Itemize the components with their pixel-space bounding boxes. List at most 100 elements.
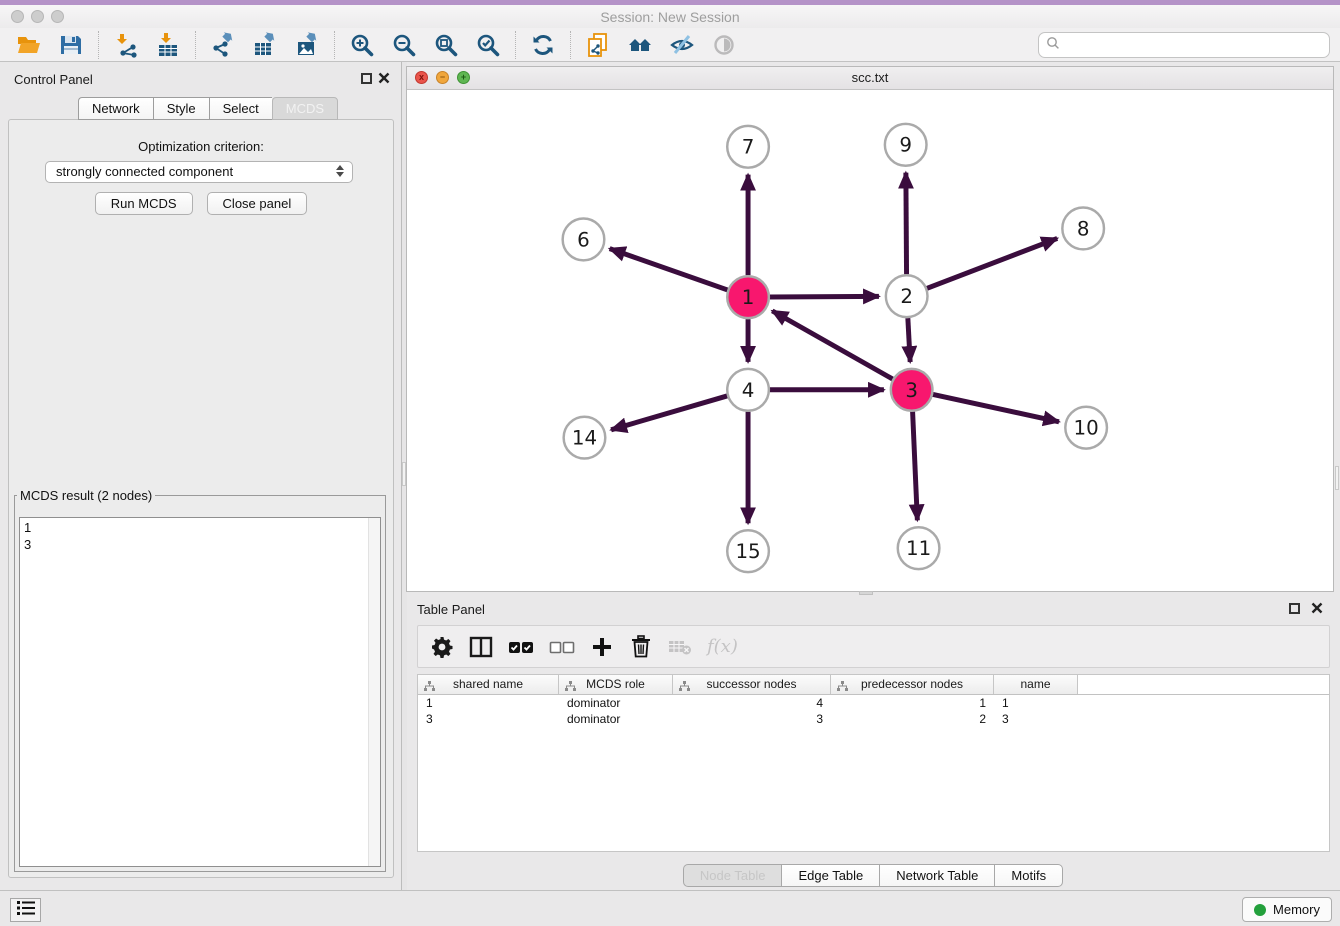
tab-mcds[interactable]: MCDS: [272, 97, 338, 120]
network-canvas[interactable]: 7 9 6 8 1 2 4 3 14 10 15 11: [407, 89, 1333, 591]
edge-2-8[interactable]: [927, 238, 1057, 288]
close-panel-icon[interactable]: [378, 71, 390, 85]
columns-icon[interactable]: [469, 634, 493, 660]
table-panel: Table Panel f(x) shared nameMCDS rolesuc…: [406, 592, 1340, 890]
table-row[interactable]: 3dominator323: [418, 711, 1329, 727]
column-header-label: shared name: [453, 677, 523, 691]
column-header-predecessor-nodes[interactable]: predecessor nodes: [831, 675, 994, 694]
export-table-icon[interactable]: [252, 32, 278, 58]
mcds-result-text[interactable]: 1 3: [19, 517, 381, 867]
edge-2-3[interactable]: [908, 318, 910, 362]
table-panel-title: Table Panel: [417, 602, 485, 617]
tab-node-table[interactable]: Node Table: [683, 864, 782, 887]
edge-3-11[interactable]: [913, 412, 918, 521]
toolbar-separator: [98, 31, 99, 59]
optimization-criterion-dropdown[interactable]: strongly connected component: [45, 161, 353, 183]
home-icon[interactable]: [627, 32, 653, 58]
window-title: Session: New Session: [0, 9, 1340, 25]
float-panel-icon[interactable]: [361, 73, 372, 84]
tab-select[interactable]: Select: [209, 97, 272, 120]
graph-node-14[interactable]: 14: [564, 417, 606, 459]
column-header-MCDS-role[interactable]: MCDS role: [559, 675, 673, 694]
clone-network-icon[interactable]: [585, 32, 611, 58]
memory-button[interactable]: Memory: [1242, 897, 1332, 922]
close-panel-button[interactable]: Close panel: [207, 192, 308, 215]
zoom-out-icon[interactable]: [391, 32, 417, 58]
table-cell[interactable]: dominator: [559, 711, 673, 727]
graph-node-7[interactable]: 7: [727, 126, 769, 168]
run-mcds-button[interactable]: Run MCDS: [95, 192, 193, 215]
tab-motifs[interactable]: Motifs: [994, 864, 1063, 887]
edge-4-14[interactable]: [611, 396, 727, 430]
hide-eye-icon[interactable]: [669, 32, 695, 58]
float-table-panel-icon[interactable]: [1289, 603, 1300, 614]
result-scrollbar[interactable]: [368, 518, 380, 866]
node-label: 10: [1074, 417, 1099, 440]
graph-node-9[interactable]: 9: [885, 124, 927, 166]
graph-node-1[interactable]: 1: [727, 276, 769, 318]
gear-icon[interactable]: [430, 634, 454, 660]
graph-node-4[interactable]: 4: [727, 369, 769, 411]
table-row[interactable]: 1dominator411: [418, 695, 1329, 711]
table-cell[interactable]: 1: [418, 695, 559, 711]
minimize-network-button[interactable]: −: [436, 71, 449, 84]
open-folder-icon[interactable]: [16, 32, 42, 58]
table-cell[interactable]: 3: [673, 711, 831, 727]
zoom-selected-icon[interactable]: [475, 32, 501, 58]
select-all-icon[interactable]: [508, 634, 534, 660]
optimization-criterion-label: Optimization criterion:: [9, 139, 393, 154]
graph-node-15[interactable]: 15: [727, 530, 769, 572]
import-table-icon[interactable]: [155, 32, 181, 58]
graph-node-2[interactable]: 2: [886, 275, 928, 317]
task-history-button[interactable]: [10, 898, 41, 922]
table-cell[interactable]: 1: [994, 695, 1078, 711]
graph-node-6[interactable]: 6: [563, 218, 605, 260]
table-cell[interactable]: 3: [994, 711, 1078, 727]
tab-network[interactable]: Network: [78, 97, 153, 120]
tab-style[interactable]: Style: [153, 97, 209, 120]
graph-node-11[interactable]: 11: [898, 527, 940, 569]
add-icon[interactable]: [590, 634, 614, 660]
zoom-fit-icon[interactable]: [433, 32, 459, 58]
close-network-button[interactable]: x: [415, 71, 428, 84]
edge-1-2[interactable]: [770, 296, 879, 297]
table-cell[interactable]: 2: [831, 711, 994, 727]
tab-network-table[interactable]: Network Table: [879, 864, 994, 887]
export-network-icon[interactable]: [210, 32, 236, 58]
edge-2-9[interactable]: [906, 173, 907, 275]
column-header-successor-nodes[interactable]: successor nodes: [673, 675, 831, 694]
column-header-shared-name[interactable]: shared name: [418, 675, 559, 694]
zoom-network-button[interactable]: +: [457, 71, 470, 84]
graph-node-3[interactable]: 3: [891, 369, 933, 411]
network-graph[interactable]: 7 9 6 8 1 2 4 3 14 10 15 11: [407, 89, 1333, 591]
graph-node-8[interactable]: 8: [1062, 208, 1104, 250]
deselect-all-icon[interactable]: [549, 634, 575, 660]
table-cell[interactable]: dominator: [559, 695, 673, 711]
export-image-icon[interactable]: [294, 32, 320, 58]
refresh-icon[interactable]: [530, 32, 556, 58]
dropdown-value: strongly connected component: [56, 164, 233, 179]
tab-edge-table[interactable]: Edge Table: [781, 864, 879, 887]
column-header-name[interactable]: name: [994, 675, 1078, 694]
import-network-icon[interactable]: [113, 32, 139, 58]
zoom-in-icon[interactable]: [349, 32, 375, 58]
window-titlebar: Session: New Session: [0, 5, 1340, 28]
edge-3-1[interactable]: [772, 311, 892, 379]
edge-1-6[interactable]: [610, 249, 728, 290]
edge-3-10[interactable]: [933, 394, 1059, 421]
trash-icon[interactable]: [629, 634, 653, 660]
search-input[interactable]: [1061, 37, 1329, 54]
search-box[interactable]: [1038, 32, 1330, 58]
network-window-title: scc.txt: [407, 67, 1333, 88]
table-cell[interactable]: 1: [831, 695, 994, 711]
close-table-panel-icon[interactable]: [1311, 601, 1323, 615]
save-icon[interactable]: [58, 32, 84, 58]
node-label: 9: [899, 134, 912, 157]
table-cell[interactable]: 3: [418, 711, 559, 727]
network-window-titlebar[interactable]: x−+ scc.txt: [407, 67, 1333, 90]
right-splitter-handle-icon[interactable]: [1335, 466, 1339, 490]
toolbar-separator: [334, 31, 335, 59]
table-cell[interactable]: 4: [673, 695, 831, 711]
graph-node-10[interactable]: 10: [1065, 407, 1107, 449]
node-label: 6: [577, 228, 590, 251]
